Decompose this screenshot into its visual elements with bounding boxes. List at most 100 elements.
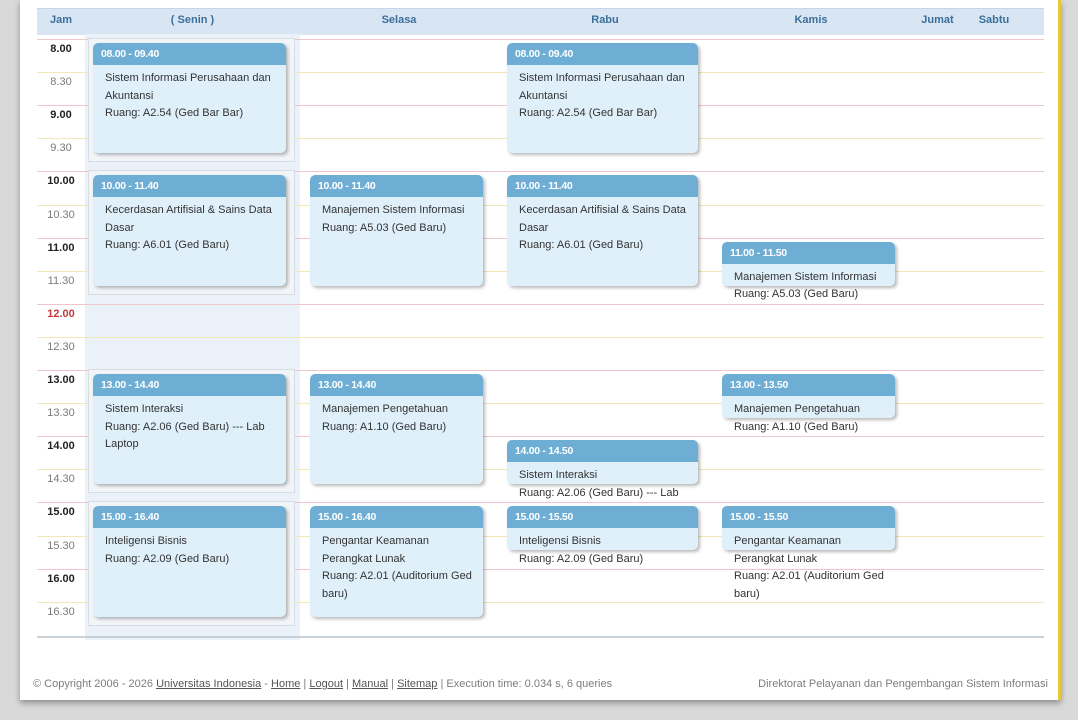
class-room: Ruang: A2.09 (Ged Baru) [519,552,644,565]
class-details: Manajemen Pengetahuan Ruang: A1.10 (Ged B… [310,396,483,436]
class-room: Ruang: A2.06 (Ged Baru) --- Lab Laptop [105,420,265,451]
footer-university-link[interactable]: Universitas Indonesia [156,678,261,690]
class-card[interactable]: 15.00 - 15.50 Pengantar Keamanan Perangka… [722,506,895,600]
time-label: 11.30 [47,274,75,287]
class-time: 10.00 - 11.40 [310,175,483,198]
time-label: 13.30 [47,407,75,420]
footer-sep: | [388,678,398,690]
class-room: Ruang: A2.54 (Ged Bar Bar) [105,107,244,119]
time-label: 10.30 [47,208,75,221]
class-course: Manajemen Pengetahuan [322,403,448,415]
class-details: Inteligensi Bisnis Ruang: A2.09 (Ged Baru… [93,528,286,568]
grid-line [37,303,1044,305]
class-details: Manajemen Pengetahuan Ruang: A1.10 (Ged B… [722,396,895,436]
class-card[interactable]: 13.00 - 14.40 Sistem Interaksi Ruang: A2.0… [93,374,286,485]
class-card[interactable]: 15.00 - 15.50 Inteligensi Bisnis Ruang: A2… [507,506,698,565]
time-label: 11.00 [47,241,75,254]
class-time: 13.00 - 14.40 [310,374,483,396]
class-room: Ruang: A2.09 (Ged Baru) [105,552,230,565]
class-course: Sistem Interaksi [519,469,598,482]
time-label: 14.30 [47,473,75,486]
time-label: 14.00 [47,440,75,453]
class-course: Sistem Informasi Perusahaan dan Akuntans… [105,72,271,102]
class-details: Sistem Interaksi Ruang: A2.06 (Ged Baru) … [507,462,698,502]
class-time: 13.00 - 14.40 [93,374,286,396]
class-course: Inteligensi Bisnis [105,535,187,548]
class-details: Pengantar Keamanan Perangkat Lunak Ruang:… [310,528,483,603]
class-room: Ruang: A2.01 (Auditorium Ged baru) [322,570,472,600]
footer-logout-link[interactable]: Logout [309,678,343,690]
class-course: Kecerdasan Artifisial & Sains Data Dasar [105,204,272,234]
class-course: Manajemen Sistem Informasi [734,270,877,283]
grid-bottom-border [37,636,1044,638]
class-course: Kecerdasan Artifisial & Sains Data Dasar [519,204,686,234]
class-course: Sistem Interaksi [105,403,184,415]
class-card[interactable]: 13.00 - 13.50 Manajemen Pengetahuan Ruang:… [722,374,895,433]
class-course: Pengantar Keamanan Perangkat Lunak [322,535,430,565]
footer-sep: - [261,678,272,690]
time-label: 16.30 [47,605,75,618]
class-card[interactable]: 15.00 - 16.40 Pengantar Keamanan Perangka… [310,506,483,617]
class-time: 10.00 - 11.40 [93,175,286,198]
footer-manual-link[interactable]: Manual [352,678,388,690]
time-label: 10.00 [47,175,75,188]
class-card[interactable]: 13.00 - 14.40 Manajemen Pengetahuan Ruang:… [310,374,483,485]
grid-line [37,336,1044,338]
class-card[interactable]: 08.00 - 09.40 Sistem Informasi Perusahaan… [507,43,698,154]
class-details: Inteligensi Bisnis Ruang: A2.09 (Ged Baru… [507,528,698,568]
class-details: Sistem Informasi Perusahaan dan Akuntans… [507,65,698,123]
class-course: Inteligensi Bisnis [519,535,601,548]
class-room: Ruang: A6.01 (Ged Baru) [519,239,644,252]
class-card[interactable]: 14.00 - 14.50 Sistem Interaksi Ruang: A2.0… [507,440,698,499]
footer-sitemap-link[interactable]: Sitemap [397,678,437,690]
class-details: Kecerdasan Artifisial & Sains Data Dasar… [93,197,286,255]
header-selasa: Selasa [381,14,417,26]
time-label: 8.30 [50,76,72,89]
class-course: Sistem Informasi Perusahaan dan Akuntans… [519,72,685,102]
footer-execution-time: | Execution time: 0.034 s, 6 queries [437,678,613,690]
time-label: 8.00 [50,43,72,55]
class-course: Pengantar Keamanan Perangkat Lunak [734,535,842,565]
class-details: Kecerdasan Artifisial & Sains Data Dasar… [507,197,698,255]
time-label: 13.00 [47,374,75,386]
class-time: 14.00 - 14.50 [507,440,698,463]
time-label: 9.00 [50,109,72,122]
class-time: 08.00 - 09.40 [507,43,698,65]
time-label: 12.30 [47,340,75,353]
class-card[interactable]: 15.00 - 16.40 Inteligensi Bisnis Ruang: A2… [93,506,286,617]
class-card[interactable]: 10.00 - 11.40 Kecerdasan Artifisial & Sai… [507,175,698,286]
class-time: 15.00 - 15.50 [722,506,895,529]
class-card[interactable]: 10.00 - 11.40 Manajemen Sistem Informasi R… [310,175,483,286]
header-jumat: Jumat [921,14,954,26]
class-details: Manajemen Sistem Informasi Ruang: A5.03 (… [722,264,895,304]
class-course: Manajemen Pengetahuan [734,403,860,415]
class-time: 15.00 - 16.40 [310,506,483,529]
class-card[interactable]: 11.00 - 11.50 Manajemen Sistem Informasi R… [722,241,895,300]
time-label: 12.00 [47,307,75,320]
class-card[interactable]: 10.00 - 11.40 Kecerdasan Artifisial & Sai… [93,175,286,286]
time-label: 16.00 [47,572,75,585]
header-rabu: Rabu [591,14,619,26]
header-senin: ( Senin ) [170,14,215,26]
class-time: 10.00 - 11.40 [507,175,698,198]
header-kamis: Kamis [794,14,828,26]
class-room: Ruang: A1.10 (Ged Baru) [322,420,447,433]
footer-home-link[interactable]: Home [271,678,300,690]
class-details: Manajemen Sistem Informasi Ruang: A5.03 (… [310,197,483,237]
class-room: Ruang: A5.03 (Ged Baru) [322,221,447,234]
class-course: Manajemen Sistem Informasi [322,204,465,217]
class-time: 15.00 - 16.40 [93,506,286,529]
time-label: 9.30 [50,142,72,155]
class-time: 08.00 - 09.40 [93,43,286,65]
class-room: Ruang: A5.03 (Ged Baru) [734,288,859,301]
class-details: Pengantar Keamanan Perangkat Lunak Ruang:… [722,528,895,603]
class-time: 11.00 - 11.50 [722,241,895,264]
header-sabtu: Sabtu [978,14,1010,26]
footer-sep: | [343,678,352,690]
class-card[interactable]: 08.00 - 09.40 Sistem Informasi Perusahaan… [93,43,286,154]
footer-copyright: © Copyright 2006 - 2026 [33,678,154,690]
class-details: Sistem Interaksi Ruang: A2.06 (Ged Baru) … [93,396,286,454]
footer-sep: | [300,678,310,690]
footer-directorate: Direktorat Pelayanan dan Pengembangan Si… [758,678,1048,690]
class-room: Ruang: A6.01 (Ged Baru) [105,239,230,252]
